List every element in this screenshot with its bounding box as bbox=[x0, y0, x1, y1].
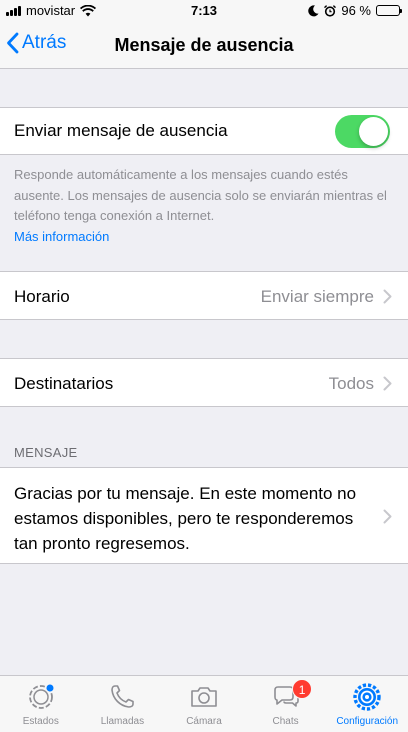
camera-icon bbox=[191, 687, 217, 707]
chats-badge: 1 bbox=[291, 679, 313, 699]
phone-icon bbox=[111, 685, 135, 708]
tab-camara[interactable]: Cámara bbox=[163, 676, 245, 732]
recipients-row[interactable]: Destinatarios Todos bbox=[0, 358, 408, 407]
battery-percent: 96 % bbox=[341, 3, 371, 18]
chevron-right-icon bbox=[383, 376, 392, 391]
tab-estados[interactable]: Estados bbox=[0, 676, 82, 732]
navigation-bar: Atrás Mensaje de ausencia bbox=[0, 22, 408, 69]
message-section-header: MENSAJE bbox=[14, 445, 78, 460]
tab-label: Estados bbox=[22, 716, 59, 727]
settings-icon bbox=[353, 683, 381, 711]
moon-icon bbox=[308, 4, 319, 16]
status-right: 96 % bbox=[308, 3, 402, 18]
away-message-toggle[interactable] bbox=[335, 115, 390, 148]
tab-llamadas[interactable]: Llamadas bbox=[82, 676, 164, 732]
chevron-right-icon bbox=[383, 289, 392, 304]
away-message-toggle-label: Enviar mensaje de ausencia bbox=[14, 121, 228, 140]
status-icon bbox=[28, 684, 54, 709]
description-text: Responde automáticamente a los mensajes … bbox=[14, 167, 387, 223]
status-bar: movistar 7:13 96 % bbox=[0, 0, 408, 22]
more-info-link[interactable]: Más información bbox=[14, 227, 394, 248]
away-message-description: Responde automáticamente a los mensajes … bbox=[14, 165, 394, 247]
tab-label: Llamadas bbox=[100, 716, 145, 727]
page-title: Mensaje de ausencia bbox=[114, 35, 294, 55]
tab-chats[interactable]: 1 Chats bbox=[245, 676, 327, 732]
message-row[interactable]: Gracias por tu mensaje. En este momento … bbox=[0, 467, 408, 564]
tab-bar: Estados Llamadas Cámara 1 Chats Configur… bbox=[0, 675, 408, 732]
schedule-label: Horario bbox=[14, 287, 70, 306]
tab-label: Configuración bbox=[336, 716, 399, 727]
toggle-knob bbox=[359, 117, 388, 146]
recipients-label: Destinatarios bbox=[14, 374, 114, 393]
tab-configuracion[interactable]: Configuración bbox=[326, 676, 408, 732]
tab-label: Cámara bbox=[186, 716, 222, 727]
tab-label: Chats bbox=[272, 716, 299, 727]
away-message-text: Gracias por tu mensaje. En este momento … bbox=[14, 484, 357, 553]
battery-icon bbox=[376, 5, 402, 16]
schedule-row[interactable]: Horario Enviar siempre bbox=[0, 271, 408, 320]
schedule-value: Enviar siempre bbox=[260, 287, 374, 306]
away-message-toggle-row: Enviar mensaje de ausencia bbox=[0, 107, 408, 155]
alarm-icon bbox=[324, 4, 337, 17]
chevron-right-icon bbox=[383, 509, 392, 524]
recipients-value: Todos bbox=[328, 374, 374, 393]
